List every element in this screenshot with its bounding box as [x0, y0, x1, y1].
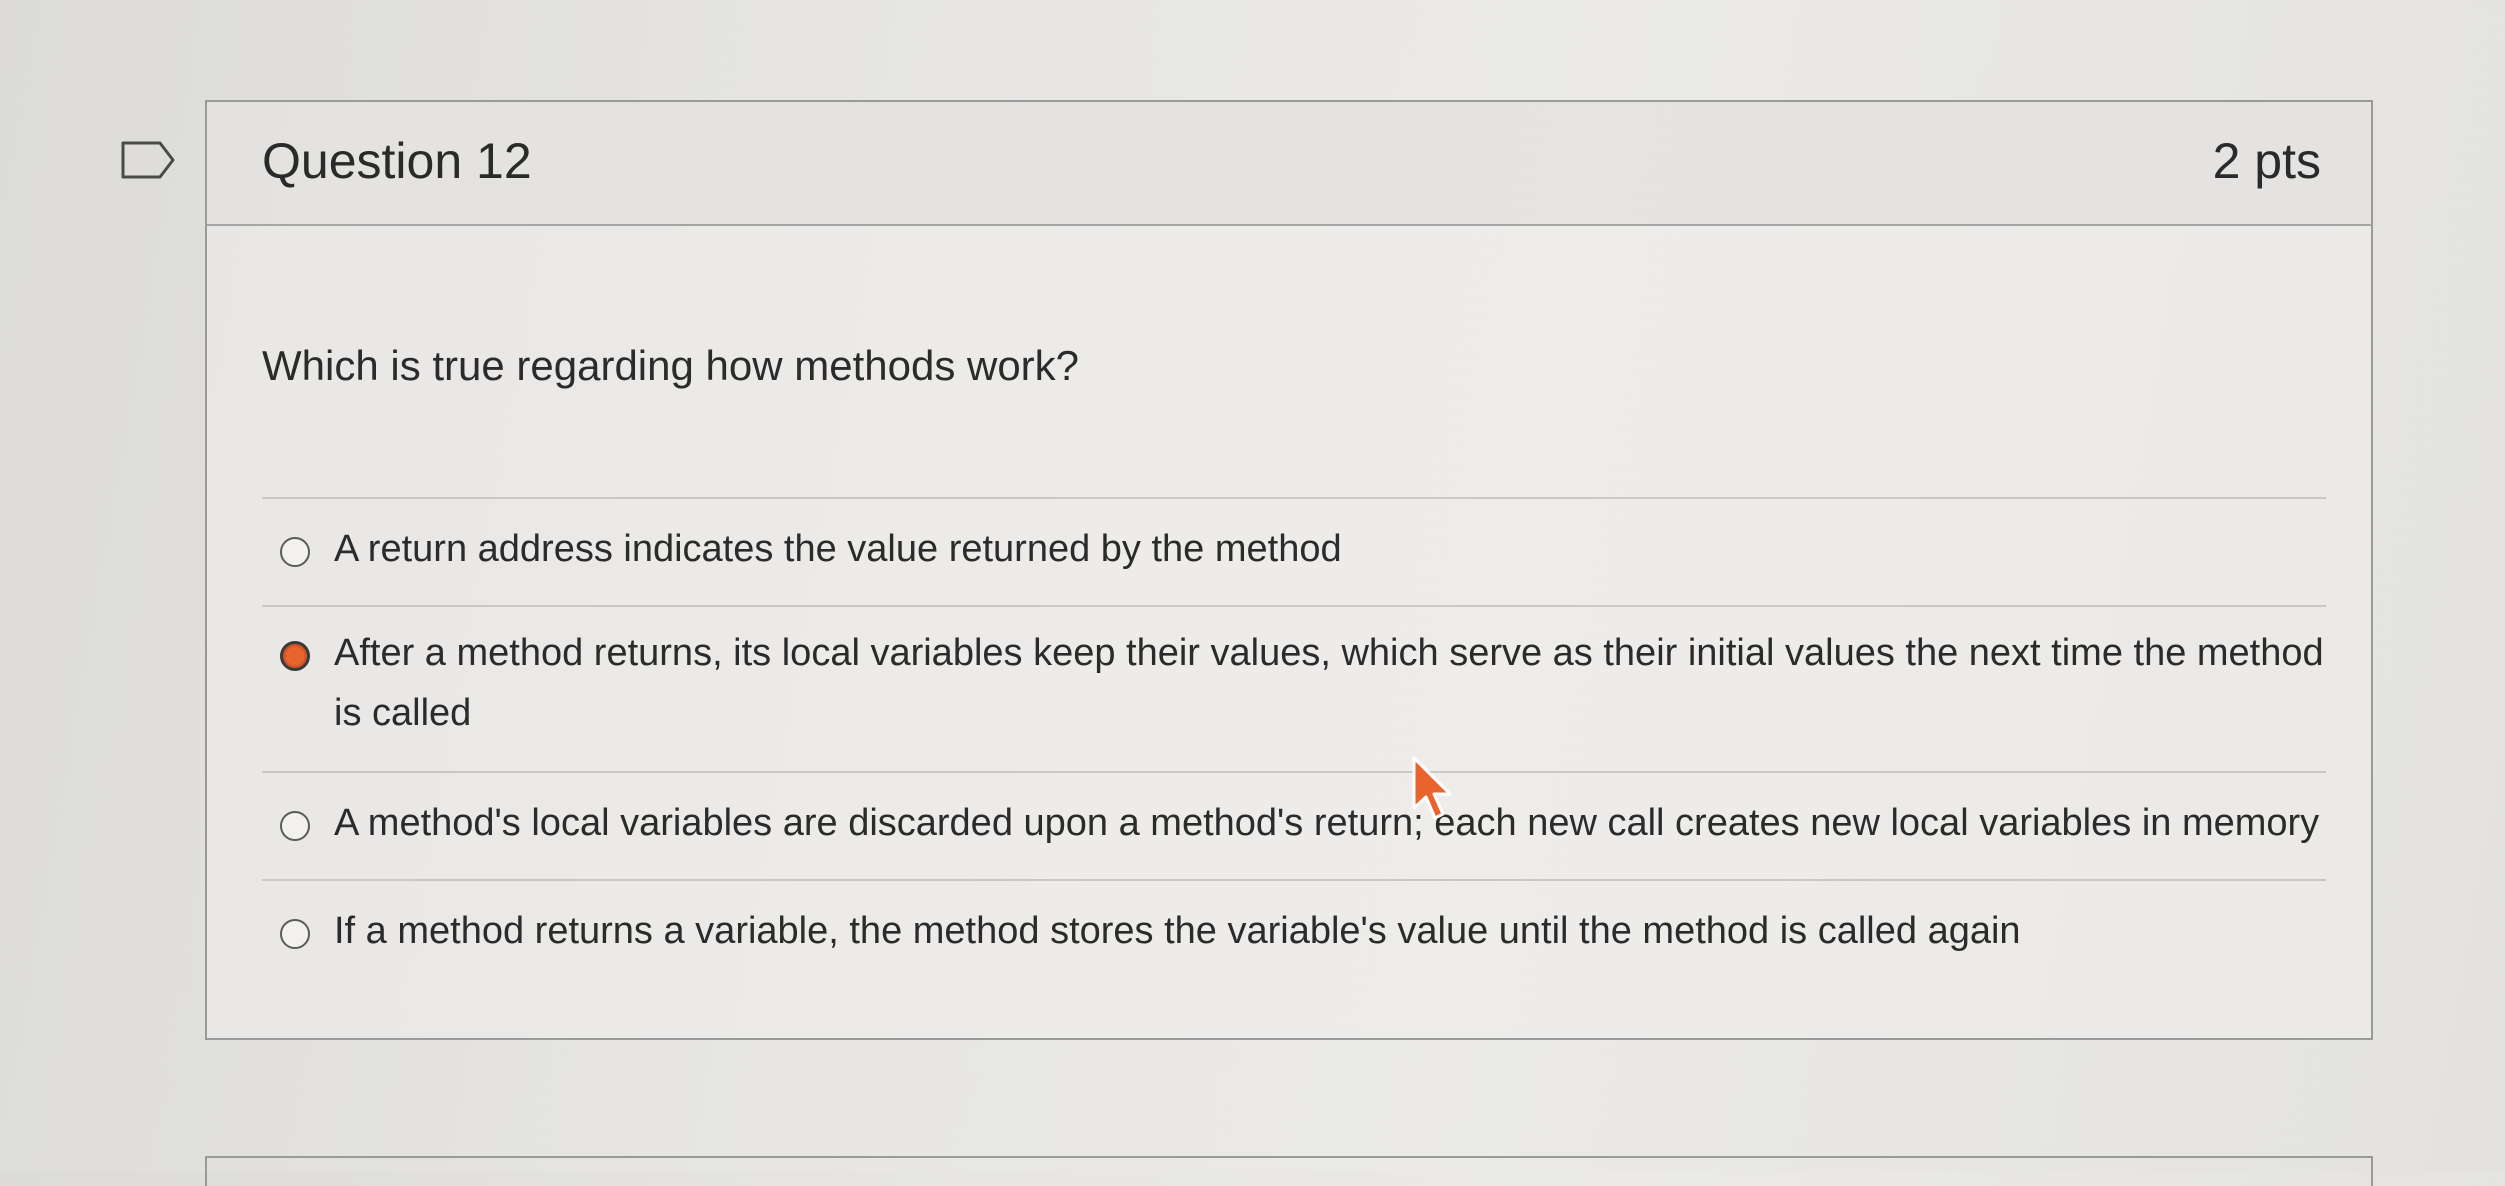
question-header: Question 12 2 pts [207, 102, 2371, 226]
question-text: Which is true regarding how methods work… [262, 342, 1080, 389]
radio-button-selected[interactable] [280, 641, 310, 671]
answer-option-4[interactable]: If a method returns a variable, the meth… [262, 881, 2326, 981]
mouse-pointer-icon [1412, 756, 1452, 820]
question-card: Question 12 2 pts Which is true regardin… [205, 100, 2373, 1040]
answer-label[interactable]: A return address indicates the value ret… [334, 519, 2324, 579]
radio-button[interactable] [280, 919, 310, 949]
flag-question-icon[interactable] [120, 140, 176, 180]
answer-option-2[interactable]: After a method returns, its local variab… [262, 607, 2326, 771]
next-question-card [205, 1156, 2373, 1186]
radio-button[interactable] [280, 811, 310, 841]
answer-option-1[interactable]: A return address indicates the value ret… [262, 499, 2326, 605]
question-points: 2 pts [2212, 133, 2321, 189]
answer-label[interactable]: If a method returns a variable, the meth… [334, 901, 2324, 961]
answer-list: A return address indicates the value ret… [262, 497, 2326, 981]
answer-option-3[interactable]: A method's local variables are discarded… [262, 773, 2326, 879]
question-title: Question 12 [262, 133, 532, 189]
answer-label[interactable]: A method's local variables are discarded… [334, 793, 2324, 853]
radio-button[interactable] [280, 537, 310, 567]
answer-label[interactable]: After a method returns, its local variab… [334, 623, 2324, 743]
